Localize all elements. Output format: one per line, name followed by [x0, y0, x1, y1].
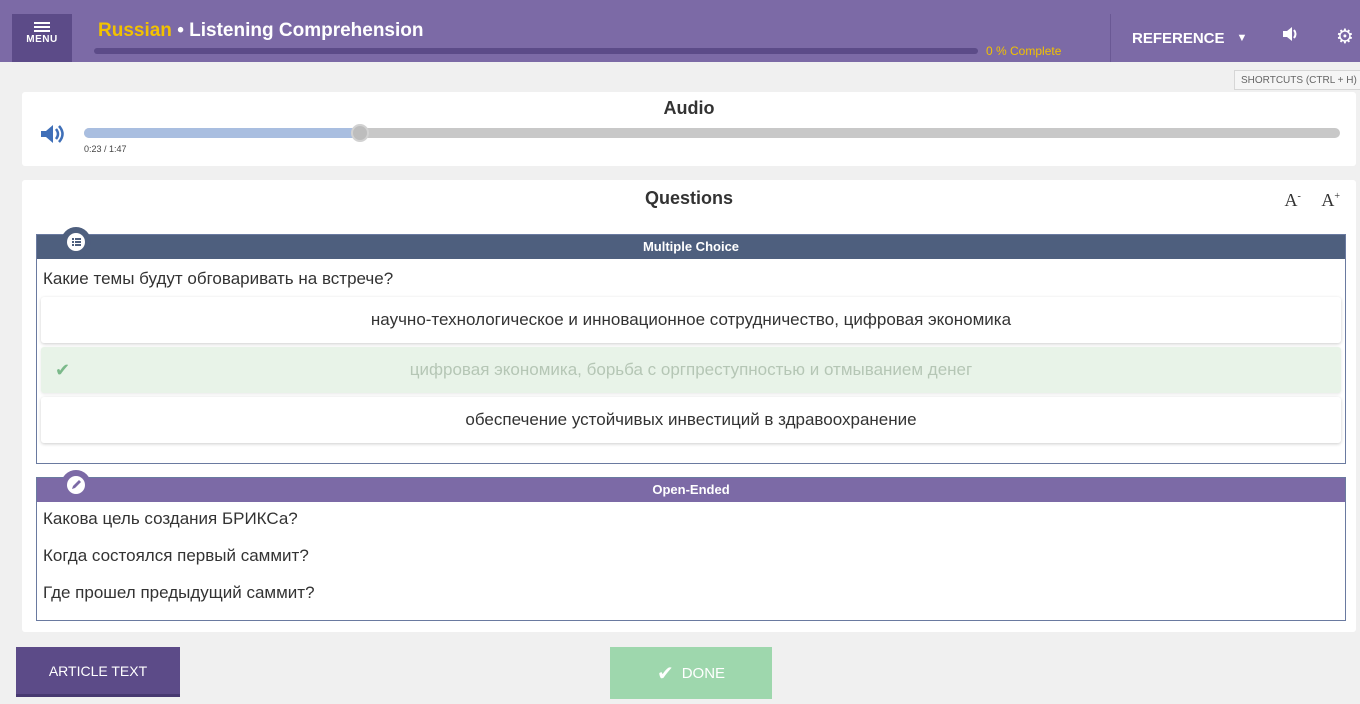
- article-text-button[interactable]: ARTICLE TEXT: [16, 647, 180, 697]
- questions-heading: Questions: [644, 188, 733, 208]
- font-decrease-label: A: [1284, 190, 1298, 210]
- audio-panel: Audio 0:23 / 1:47: [22, 92, 1356, 166]
- open-ended-question[interactable]: Какова цель создания БРИКСа?: [37, 502, 1345, 539]
- answer-choice-text: цифровая экономика, борьба с оргпреступн…: [409, 360, 973, 379]
- caret-down-icon: ▼: [1236, 32, 1248, 44]
- audio-time: 0:23 / 1:47: [84, 144, 127, 154]
- audio-played-fill: [84, 128, 361, 138]
- pencil-icon: [61, 470, 91, 500]
- answer-choice[interactable]: научно-технологическое и инновационное с…: [41, 297, 1341, 343]
- done-button[interactable]: ✔ DONE: [610, 647, 772, 699]
- audio-seek-bar[interactable]: [84, 124, 1340, 142]
- menu-label: MENU: [26, 34, 58, 45]
- hamburger-icon: [34, 22, 50, 32]
- top-bar: MENU Russian • Listening Comprehension 0…: [0, 0, 1360, 62]
- title-separator: •: [177, 20, 184, 41]
- multiple-choice-label: Multiple Choice: [642, 239, 740, 254]
- audio-seek-handle[interactable]: [351, 124, 370, 142]
- answer-choice-selected[interactable]: ✔ цифровая экономика, борьба с оргпресту…: [41, 347, 1341, 393]
- article-text-label: ARTICLE TEXT: [48, 662, 148, 679]
- lesson-title: Russian • Listening Comprehension: [98, 20, 424, 42]
- answer-choice-text: научно-технологическое и инновационное с…: [370, 310, 1012, 329]
- multiple-choice-header: Multiple Choice: [37, 227, 1345, 259]
- audio-heading: Audio: [663, 98, 715, 118]
- increase-font-button[interactable]: A+: [1313, 190, 1340, 210]
- reference-dropdown[interactable]: REFERENCE ▼: [1118, 14, 1268, 62]
- done-label: DONE: [681, 664, 726, 682]
- font-size-controls: A- A+: [1269, 190, 1340, 211]
- answer-choice-text: обеспечение устойчивых инвестиций в здра…: [465, 410, 917, 429]
- decrease-font-button[interactable]: A-: [1277, 190, 1301, 210]
- volume-icon[interactable]: [40, 124, 66, 149]
- language-name: Russian: [98, 20, 172, 41]
- open-ended-question[interactable]: Когда состоялся первый саммит?: [37, 539, 1345, 576]
- checkmark-icon: ✔: [656, 662, 674, 685]
- settings-gear-icon[interactable]: ⚙: [1336, 24, 1354, 49]
- lesson-progress-bar: [94, 48, 978, 54]
- questions-panel: Questions A- A+ Multiple Choice Какие те…: [22, 180, 1356, 632]
- open-ended-question[interactable]: Где прошел предыдущий саммит?: [37, 576, 1345, 613]
- answer-choice[interactable]: обеспечение устойчивых инвестиций в здра…: [41, 397, 1341, 443]
- progress-text: 0 % Complete: [986, 44, 1062, 58]
- mc-question: Какие темы будут обговаривать на встрече…: [43, 269, 394, 288]
- shortcuts-tooltip: SHORTCUTS (CTRL + H): [1234, 70, 1360, 90]
- speaker-icon[interactable]: [1282, 26, 1300, 47]
- lesson-name: Listening Comprehension: [189, 20, 424, 41]
- reference-label: REFERENCE: [1132, 29, 1225, 47]
- open-ended-label: Open-Ended: [652, 482, 730, 497]
- divider: [1110, 14, 1111, 62]
- menu-button[interactable]: MENU: [12, 14, 72, 62]
- open-ended-section: Open-Ended Какова цель создания БРИКСа? …: [36, 470, 1346, 621]
- list-icon: [61, 227, 91, 257]
- font-increase-label: A: [1321, 190, 1335, 210]
- checkmark-icon: ✔: [55, 360, 71, 380]
- open-ended-header: Open-Ended: [37, 470, 1345, 502]
- multiple-choice-section: Multiple Choice Какие темы будут обговар…: [36, 227, 1346, 464]
